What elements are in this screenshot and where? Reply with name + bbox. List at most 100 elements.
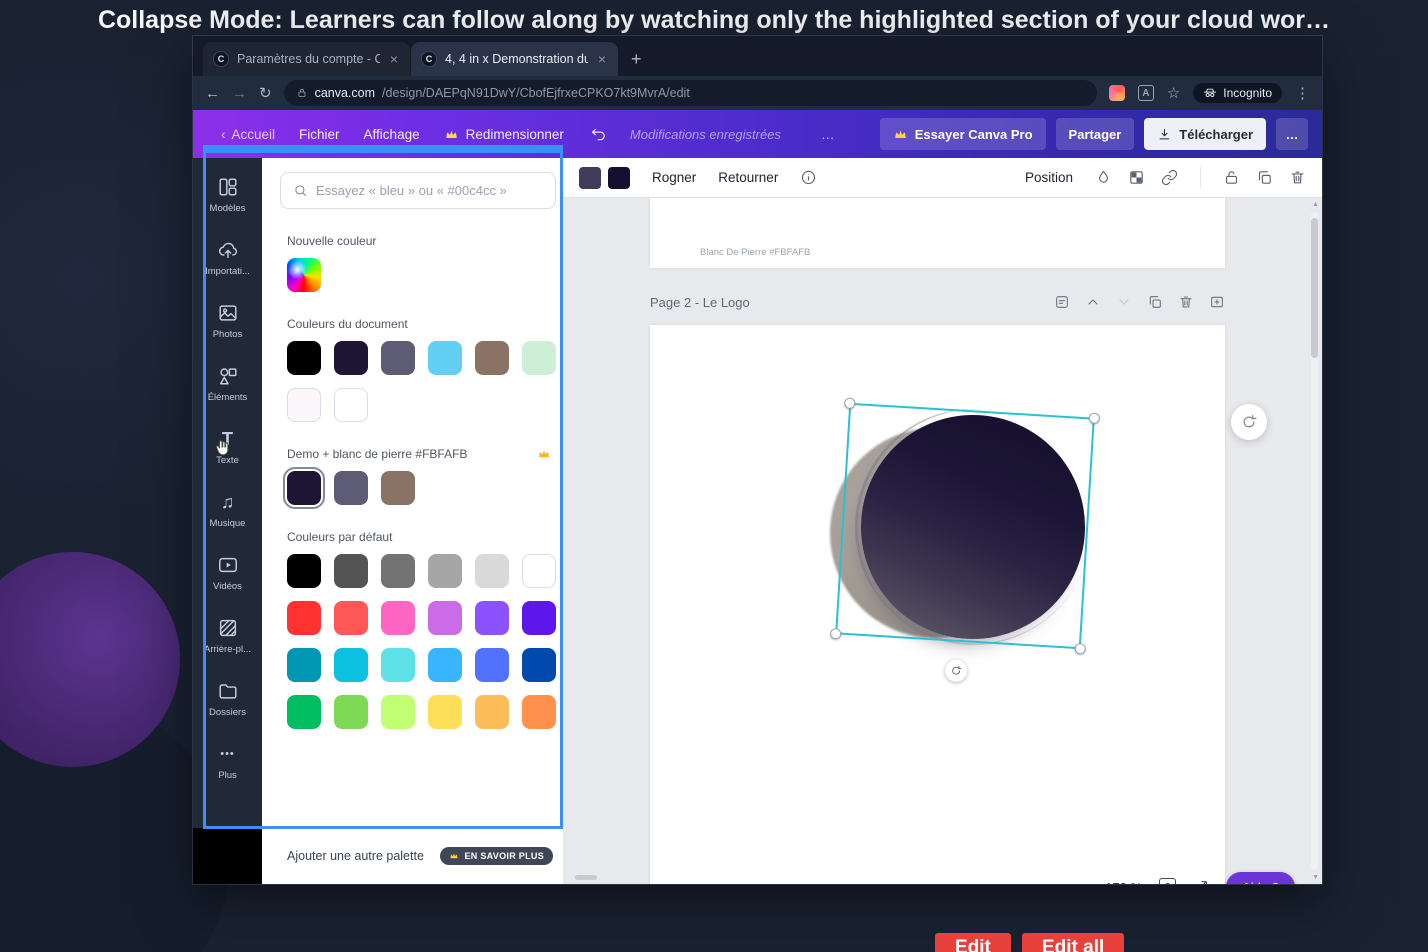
pro-badge[interactable]: EN SAVOIR PLUS — [440, 847, 553, 865]
resize-button[interactable]: Redimensionner — [444, 127, 564, 142]
selection-box[interactable] — [835, 403, 1095, 650]
color-swatch[interactable] — [334, 388, 368, 422]
notes-icon[interactable] — [1054, 294, 1070, 310]
color-swatch[interactable] — [287, 388, 321, 422]
browser-menu-icon[interactable]: ⋮ — [1295, 86, 1310, 101]
extension-icon[interactable] — [1109, 85, 1125, 101]
selected-colors[interactable] — [579, 167, 630, 189]
transparency-icon[interactable] — [1095, 169, 1112, 186]
add-page-icon[interactable] — [1209, 294, 1225, 310]
color-swatch[interactable] — [381, 648, 415, 682]
color-swatch[interactable] — [287, 695, 321, 729]
color-swatch[interactable] — [334, 601, 368, 635]
crop-button[interactable]: Rogner — [652, 170, 696, 185]
color-swatch[interactable] — [522, 648, 556, 682]
color-swatch[interactable] — [475, 648, 509, 682]
color-swatch[interactable] — [579, 167, 601, 189]
color-swatch[interactable] — [334, 554, 368, 588]
color-swatch[interactable] — [522, 341, 556, 375]
try-pro-button[interactable]: Essayer Canva Pro — [880, 118, 1046, 150]
color-swatch[interactable] — [334, 695, 368, 729]
close-tab-icon[interactable]: × — [388, 51, 400, 67]
horizontal-scrollbar[interactable] — [575, 875, 597, 880]
color-swatch[interactable] — [475, 601, 509, 635]
page-1[interactable]: Blanc De Pierre #FBFAFB — [650, 198, 1225, 268]
color-swatch[interactable] — [287, 341, 321, 375]
info-icon[interactable] — [800, 169, 817, 186]
sidebar-item-photos[interactable]: Photos — [193, 289, 262, 352]
move-up-icon[interactable] — [1085, 294, 1101, 310]
color-swatch[interactable] — [522, 601, 556, 635]
color-swatch[interactable] — [381, 601, 415, 635]
help-button[interactable]: Aide ? — [1226, 872, 1295, 884]
checkerboard-icon[interactable] — [1128, 169, 1145, 186]
color-swatch[interactable] — [428, 695, 462, 729]
home-button[interactable]: ‹ Accueil — [221, 127, 275, 142]
color-swatch[interactable] — [381, 695, 415, 729]
address-bar[interactable]: canva.com/design/DAEPqN91DwY/CbofEjfrxeC… — [284, 80, 1097, 106]
duplicate-icon[interactable] — [1256, 169, 1273, 186]
download-button[interactable]: Télécharger — [1144, 118, 1266, 150]
bookmark-star-icon[interactable]: ☆ — [1167, 86, 1180, 101]
sidebar-item-musique[interactable]: ♫ Musique — [193, 478, 262, 541]
scrollbar-thumb[interactable] — [1311, 218, 1318, 358]
link-icon[interactable] — [1161, 169, 1178, 186]
color-swatch[interactable] — [334, 341, 368, 375]
forward-button[interactable]: → — [232, 86, 247, 101]
delete-page-icon[interactable] — [1178, 294, 1194, 310]
scroll-up-icon[interactable]: ▲ — [1312, 201, 1319, 208]
resize-handle-top-left[interactable] — [844, 397, 856, 409]
header-more-icon[interactable]: … — [821, 127, 835, 142]
page-indicator[interactable]: 2 — [1159, 878, 1176, 885]
move-down-icon[interactable] — [1116, 294, 1132, 310]
color-picker-button[interactable] — [287, 258, 321, 292]
color-swatch[interactable] — [287, 471, 321, 505]
zoom-level[interactable]: 173 % — [1105, 880, 1142, 885]
vertical-scrollbar[interactable] — [1311, 212, 1318, 870]
translate-icon[interactable]: A — [1138, 85, 1154, 101]
position-button[interactable]: Position — [1025, 170, 1073, 185]
duplicate-page-icon[interactable] — [1147, 294, 1163, 310]
color-swatch[interactable] — [334, 471, 368, 505]
color-swatch[interactable] — [334, 648, 368, 682]
sidebar-item-arriere-plan[interactable]: Arrière-pl... — [193, 604, 262, 667]
edit-button[interactable]: Edit — [935, 933, 1011, 952]
sidebar-item-modeles[interactable]: Modèles — [193, 163, 262, 226]
color-swatch[interactable] — [475, 554, 509, 588]
flip-button[interactable]: Retourner — [718, 170, 778, 185]
fullscreen-icon[interactable] — [1193, 879, 1209, 884]
edit-all-button[interactable]: Edit all — [1022, 933, 1124, 952]
color-swatch[interactable] — [428, 648, 462, 682]
view-menu[interactable]: Affichage — [364, 127, 420, 142]
browser-tab-settings[interactable]: C Paramètres du compte - Ca × — [203, 42, 410, 76]
canvas-scroll-area[interactable]: Blanc De Pierre #FBFAFB Page 2 - Le Logo — [563, 198, 1322, 884]
sidebar-item-videos[interactable]: Vidéos — [193, 541, 262, 604]
color-swatch[interactable] — [287, 554, 321, 588]
color-swatch[interactable] — [475, 341, 509, 375]
floating-refresh-button[interactable] — [1231, 404, 1267, 440]
file-menu[interactable]: Fichier — [299, 127, 340, 142]
back-button[interactable]: ← — [205, 86, 220, 101]
header-kebab-button[interactable]: … — [1276, 118, 1308, 150]
undo-button[interactable] — [590, 125, 608, 143]
color-swatch[interactable] — [287, 601, 321, 635]
lock-icon[interactable] — [1223, 169, 1240, 186]
color-swatch[interactable] — [381, 341, 415, 375]
sidebar-item-dossiers[interactable]: Dossiers — [193, 667, 262, 730]
palette-footer[interactable]: Ajouter une autre palette EN SAVOIR PLUS — [262, 828, 563, 884]
close-tab-icon[interactable]: × — [596, 51, 608, 67]
color-swatch[interactable] — [608, 167, 630, 189]
sidebar-item-plus[interactable]: ••• Plus — [193, 730, 262, 793]
color-swatch[interactable] — [522, 695, 556, 729]
sidebar-item-importations[interactable]: Importati... — [193, 226, 262, 289]
color-swatch[interactable] — [287, 648, 321, 682]
page-2-title[interactable]: Page 2 - Le Logo — [650, 295, 750, 310]
new-tab-button[interactable]: + — [631, 49, 642, 70]
sidebar-item-elements[interactable]: Éléments — [193, 352, 262, 415]
color-swatch[interactable] — [381, 471, 415, 505]
color-search[interactable] — [280, 172, 556, 209]
share-button[interactable]: Partager — [1056, 118, 1135, 150]
color-swatch[interactable] — [475, 695, 509, 729]
color-swatch[interactable] — [428, 601, 462, 635]
scroll-down-icon[interactable]: ▼ — [1312, 874, 1319, 881]
